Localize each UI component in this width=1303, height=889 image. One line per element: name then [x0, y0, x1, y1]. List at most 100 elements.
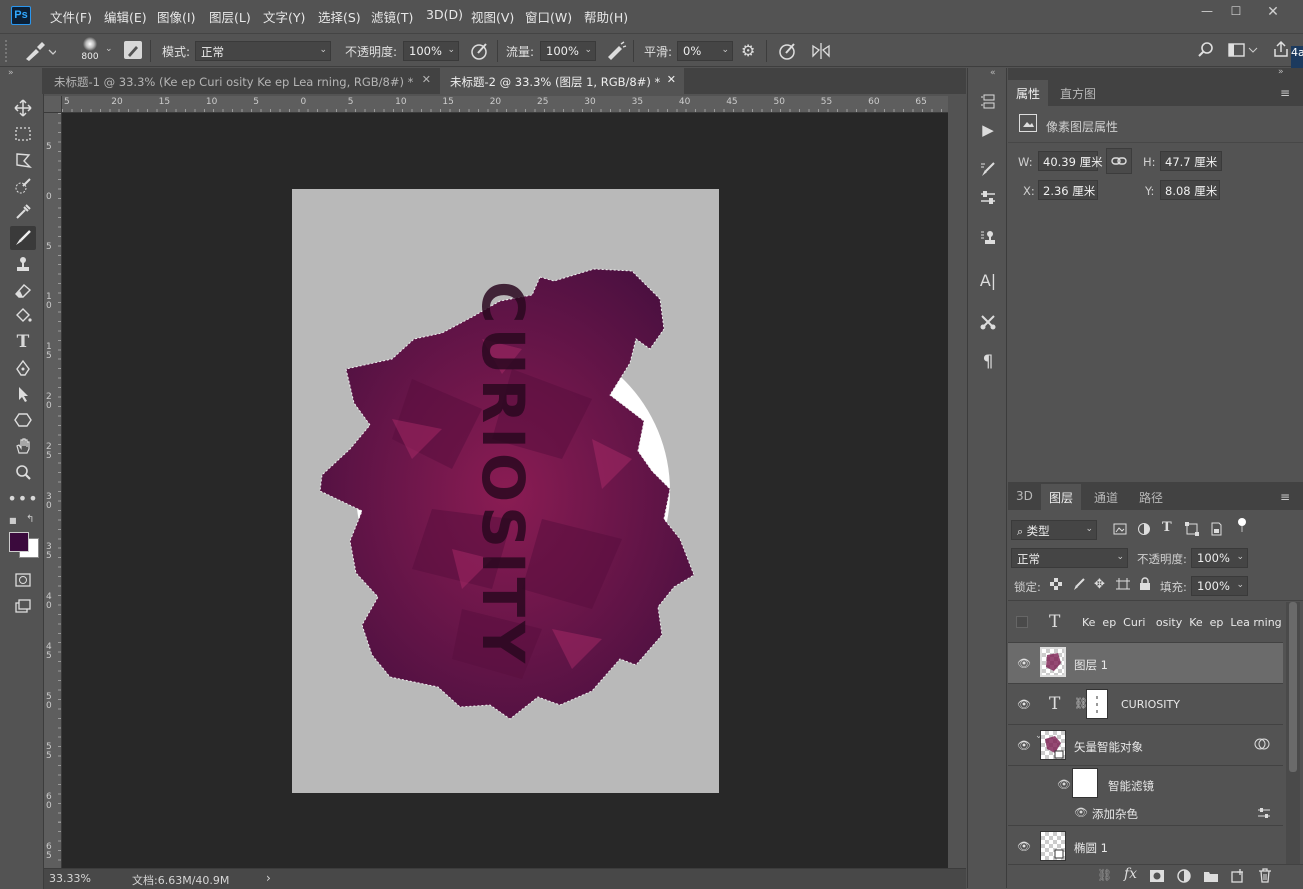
- close-icon[interactable]: ✕: [422, 73, 431, 86]
- layer-row-curiosity[interactable]: 👁 T ⛓ CURIOSITY: [1008, 684, 1283, 725]
- layer-name[interactable]: 图层 1: [1074, 657, 1108, 673]
- tool-presets-icon[interactable]: [975, 310, 1001, 334]
- scrollbar-thumb[interactable]: [1289, 602, 1297, 772]
- filter-type-icon[interactable]: T: [1162, 520, 1172, 535]
- eyedropper-icon[interactable]: [10, 200, 36, 224]
- menu-file[interactable]: 文件(F): [50, 7, 92, 26]
- x-input[interactable]: 2.36 厘米: [1038, 180, 1098, 200]
- close-window-button[interactable]: ✕: [1262, 4, 1284, 20]
- tab-layers[interactable]: 图层: [1041, 484, 1082, 510]
- opacity-input[interactable]: 100% ⌄: [403, 41, 459, 61]
- screen-mode-icon[interactable]: [10, 594, 36, 618]
- lasso-icon[interactable]: [10, 148, 36, 172]
- default-colors-icon[interactable]: ■: [9, 516, 17, 525]
- gear-icon[interactable]: ⚙: [741, 41, 755, 60]
- eye-icon[interactable]: 👁: [1017, 739, 1031, 752]
- new-layer-icon[interactable]: [1231, 869, 1245, 883]
- layer-row-text-keep[interactable]: T Ke ep Curi osity Ke ep Lea rning: [1008, 602, 1283, 643]
- mode-select[interactable]: 正常 ⌄: [195, 41, 331, 61]
- tab-3d[interactable]: 3D: [1008, 484, 1041, 510]
- collapse-arrows-icon[interactable]: »: [1278, 67, 1284, 77]
- paragraph-icon[interactable]: ¶: [975, 350, 1001, 374]
- lock-artboard-icon[interactable]: [1116, 578, 1130, 592]
- chevron-down-icon[interactable]: ⌄: [105, 44, 113, 54]
- type-icon[interactable]: T: [10, 330, 36, 354]
- smoothing-input[interactable]: 0% ⌄: [677, 41, 733, 61]
- lock-pixels-icon[interactable]: [1072, 577, 1086, 591]
- swap-colors-icon[interactable]: ↰: [26, 514, 34, 525]
- tab-document-1[interactable]: 未标题-1 @ 33.3% (Ke ep Curi osity Ke ep Le…: [44, 68, 439, 94]
- brush-settings-icon[interactable]: [975, 158, 1001, 182]
- share-icon[interactable]: [1272, 40, 1290, 58]
- menu-select[interactable]: 选择(S): [318, 7, 361, 26]
- filter-smart-object-icon[interactable]: [1209, 522, 1223, 536]
- eye-icon[interactable]: 👁: [1074, 806, 1088, 819]
- brush-panel-toggle-icon[interactable]: [124, 41, 142, 59]
- move-icon[interactable]: [10, 96, 36, 120]
- foreground-color-swatch[interactable]: [9, 532, 29, 552]
- link-dimensions-icon[interactable]: [1106, 148, 1132, 174]
- add-mask-icon[interactable]: [1150, 870, 1164, 882]
- search-icon[interactable]: [1197, 41, 1215, 59]
- layer-name[interactable]: CURIOSITY: [1121, 698, 1180, 711]
- visibility-off-box[interactable]: [1016, 616, 1028, 628]
- adjustments-icon[interactable]: [975, 186, 1001, 210]
- eye-icon[interactable]: 👁: [1017, 840, 1031, 853]
- character-icon[interactable]: A|: [975, 268, 1001, 292]
- layer-name[interactable]: Ke ep Curi osity Ke ep Lea rning: [1082, 616, 1282, 629]
- clone-source-icon[interactable]: [975, 226, 1001, 250]
- menu-layer[interactable]: 图层(L): [209, 7, 251, 26]
- lock-all-icon[interactable]: [1139, 577, 1151, 591]
- layer-name[interactable]: 矢量智能对象: [1074, 739, 1143, 755]
- minimize-button[interactable]: —: [1196, 4, 1218, 18]
- fill-input[interactable]: 100% ⌄: [1191, 576, 1248, 596]
- tab-histogram[interactable]: 直方图: [1052, 80, 1104, 106]
- blend-mode-select[interactable]: 正常 ⌄: [1011, 548, 1128, 568]
- tab-channels[interactable]: 通道: [1086, 484, 1126, 510]
- close-icon[interactable]: ✕: [667, 73, 676, 86]
- tab-paths[interactable]: 路径: [1131, 484, 1171, 510]
- pressure-opacity-icon[interactable]: [469, 41, 491, 61]
- lock-transparent-icon[interactable]: [1050, 578, 1062, 590]
- menu-3d[interactable]: 3D(D): [426, 7, 463, 22]
- new-adjustment-icon[interactable]: [1177, 869, 1191, 883]
- menu-window[interactable]: 窗口(W): [525, 7, 572, 26]
- document-canvas[interactable]: CURIOSITY: [292, 189, 719, 793]
- menu-view[interactable]: 视图(V): [471, 7, 514, 26]
- symmetry-icon[interactable]: [810, 41, 832, 61]
- pressure-size-icon[interactable]: [777, 41, 799, 61]
- layer-name[interactable]: 椭圆 1: [1074, 840, 1108, 856]
- width-input[interactable]: 40.39 厘米: [1038, 151, 1103, 171]
- menu-help[interactable]: 帮助(H): [584, 7, 628, 26]
- lock-position-icon[interactable]: ✥: [1094, 577, 1105, 592]
- maximize-button[interactable]: ☐: [1225, 4, 1247, 18]
- menu-image[interactable]: 图像(I): [157, 7, 195, 26]
- new-group-icon[interactable]: [1204, 870, 1218, 882]
- pen-icon[interactable]: [10, 356, 36, 380]
- add-noise-filter-label[interactable]: 添加杂色: [1092, 806, 1138, 822]
- quick-select-icon[interactable]: [10, 174, 36, 198]
- stamp-icon[interactable]: [10, 252, 36, 276]
- play-actions-icon[interactable]: ▶: [975, 118, 1001, 142]
- eye-icon[interactable]: 👁: [1057, 778, 1071, 791]
- layer-opacity-input[interactable]: 100% ⌄: [1191, 548, 1248, 568]
- filter-mask-thumbnail[interactable]: [1072, 768, 1098, 798]
- paint-bucket-icon[interactable]: [10, 304, 36, 328]
- more-icon[interactable]: •••: [7, 486, 37, 510]
- brush-icon[interactable]: [10, 226, 36, 250]
- panel-menu-icon[interactable]: ≡: [1280, 490, 1290, 504]
- filter-shape-icon[interactable]: [1185, 522, 1199, 536]
- marquee-icon[interactable]: [10, 122, 36, 146]
- path-select-icon[interactable]: [10, 382, 36, 406]
- menu-type[interactable]: 文字(Y): [263, 7, 305, 26]
- menu-filter[interactable]: 滤镜(T): [371, 7, 413, 26]
- layer-row-smart-object[interactable]: 👁 ⌄ 矢量智能对象: [1008, 725, 1283, 766]
- filter-toggle-icon[interactable]: [1238, 518, 1246, 534]
- filter-options-icon[interactable]: [1257, 807, 1271, 819]
- zoom-icon[interactable]: [10, 460, 36, 484]
- chevron-right-icon[interactable]: ›: [266, 871, 271, 885]
- eraser-icon[interactable]: [10, 278, 36, 302]
- brush-tool-preset-icon[interactable]: [22, 41, 56, 61]
- airbrush-icon[interactable]: [605, 41, 627, 61]
- flow-input[interactable]: 100% ⌄: [540, 41, 596, 61]
